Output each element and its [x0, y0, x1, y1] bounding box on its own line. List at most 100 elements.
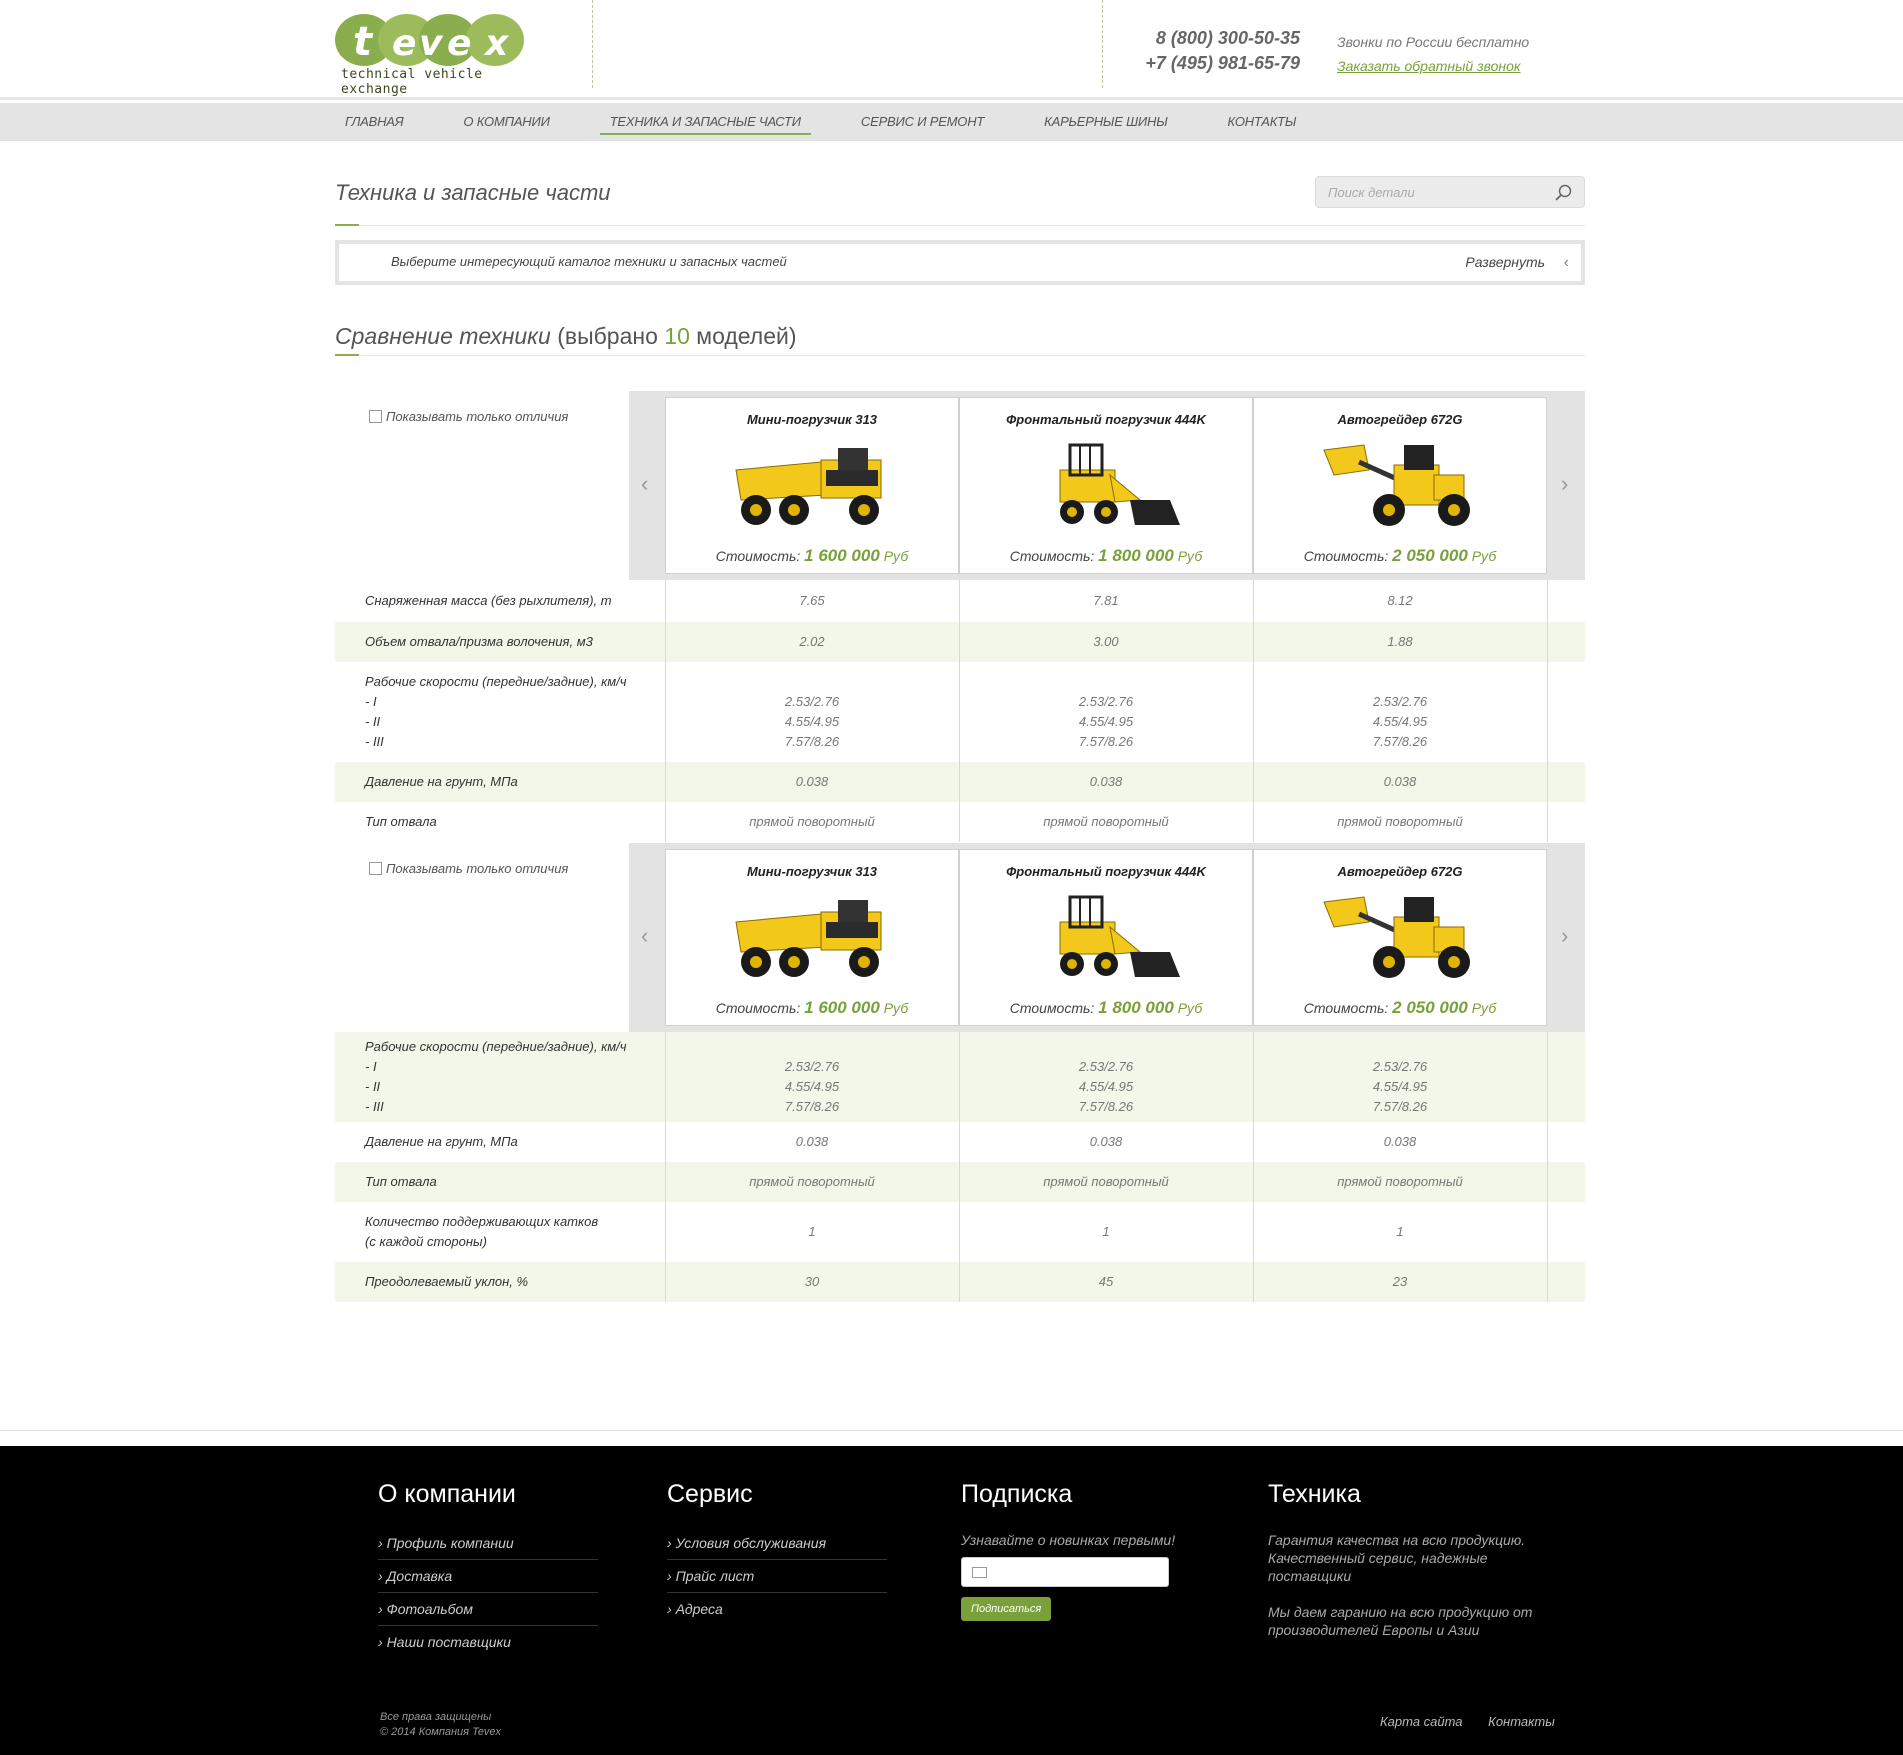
footer-heading: Подписка	[961, 1480, 1073, 1508]
spec-pad	[1546, 1202, 1585, 1262]
footer-divider	[0, 1430, 1903, 1431]
product-name[interactable]: Фронтальный погрузчик 444K	[960, 412, 1252, 427]
spec-value: 0.038	[664, 1122, 959, 1162]
phone-2[interactable]: +7 (495) 981-65-79	[1090, 51, 1300, 76]
footer-link[interactable]: › Профиль компании	[378, 1527, 598, 1560]
spec-label: Рабочие скорости (передние/задние), км/ч…	[335, 1032, 665, 1122]
wheel-loader-icon	[1323, 896, 1470, 978]
subscribe-button[interactable]: Подписаться	[961, 1597, 1052, 1621]
comparison-block: Показывать только отличия ‹ › Мини-погру…	[335, 843, 1585, 1302]
spec-pad	[1546, 1262, 1585, 1302]
footer-col-service: Сервис › Условия обслуживания › Прайс ли…	[667, 1480, 887, 1625]
callback-link[interactable]: Заказать обратный звонок	[1337, 58, 1521, 74]
footer-link[interactable]: › Прайс лист	[667, 1560, 887, 1593]
spec-value: 1	[664, 1202, 959, 1262]
footer-link[interactable]: › Адреса	[667, 1593, 887, 1625]
product-name[interactable]: Автогрейдер 672G	[1254, 412, 1546, 427]
svg-text:x: x	[483, 23, 510, 64]
divider-accent	[335, 354, 359, 356]
search-icon[interactable]	[1554, 183, 1574, 203]
checkbox[interactable]	[369, 862, 382, 875]
logo-tagline: technical vehicle exchange	[341, 67, 483, 97]
product-price: Стоимость: 2 050 000 Руб	[1303, 546, 1497, 565]
checkbox[interactable]	[369, 410, 382, 423]
nav-item-home[interactable]: Главная	[335, 103, 413, 139]
spec-row: Количество поддерживающих катков (с каждо…	[335, 1202, 1585, 1262]
footer-heading: Сервис	[667, 1480, 753, 1508]
footer-link[interactable]: › Наши поставщики	[378, 1626, 598, 1658]
spec-value: прямой поворотный	[1252, 802, 1547, 842]
nav-item-equipment[interactable]: Техника и запасные части	[599, 103, 811, 135]
spec-row: Снаряженная масса (без рыхлителя), т 7.65…	[335, 580, 1585, 622]
spec-label: Рабочие скорости (передние/задние), км/ч…	[365, 674, 627, 749]
spec-label: Снаряженная масса (без рыхлителя), т	[365, 593, 612, 608]
main-nav: Главная О компании Техника и запасные ча…	[0, 103, 1903, 141]
footer-link[interactable]: › Условия обслуживания	[667, 1527, 887, 1560]
spec-value: 1.88	[1252, 622, 1547, 662]
spec-value: 0.038	[958, 1122, 1253, 1162]
nav-item-contacts[interactable]: Контакты	[1218, 103, 1307, 139]
contacts-link[interactable]: Контакты	[1488, 1714, 1555, 1729]
spec-label: Преодолеваемый уклон, %	[335, 1262, 665, 1302]
spec-value: 7.81	[958, 580, 1253, 622]
product-card[interactable]: Фронтальный погрузчик 444K Стоимость: 1 …	[959, 849, 1253, 1026]
sitemap-link[interactable]: Карта сайта	[1380, 1714, 1463, 1729]
email-field[interactable]	[961, 1557, 1169, 1587]
chevron-left-icon[interactable]: ‹	[641, 923, 648, 949]
search-placeholder: Поиск детали	[1328, 185, 1415, 200]
product-name[interactable]: Автогрейдер 672G	[1254, 864, 1546, 879]
nav-item-tires[interactable]: Карьерные шины	[1034, 103, 1177, 139]
product-card[interactable]: Мини-погрузчик 313 Стоимость: 1 600 000 …	[665, 397, 959, 574]
wheel-loader-icon	[1323, 444, 1470, 526]
phone-block: 8 (800) 300-50-35 +7 (495) 981-65-79	[1090, 26, 1300, 76]
product-card[interactable]: Автогрейдер 672G Стоимость: 2 050 000 Ру…	[1253, 397, 1547, 574]
product-card[interactable]: Мини-погрузчик 313 Стоимость: 1 600 000 …	[665, 849, 959, 1026]
spec-label: Количество поддерживающих катков (с каждо…	[365, 1214, 599, 1249]
chevron-left-icon[interactable]: ‹	[1564, 254, 1569, 272]
nav-item-service[interactable]: Сервис и ремонт	[851, 103, 994, 139]
search-input[interactable]: Поиск детали	[1315, 176, 1585, 208]
spec-value: 8.12	[1252, 580, 1547, 622]
spec-value: прямой поворотный	[958, 1162, 1253, 1202]
logo[interactable]: t e v e x technical vehicle exchange	[335, 13, 535, 97]
spec-value: 2.02	[664, 622, 959, 662]
product-card[interactable]: Автогрейдер 672G Стоимость: 2 050 000 Ру…	[1253, 849, 1547, 1026]
product-name[interactable]: Фронтальный погрузчик 444K	[960, 864, 1252, 879]
spec-value: 1	[958, 1202, 1253, 1262]
spec-value: 7.65	[664, 580, 959, 622]
footer-link[interactable]: › Доставка	[378, 1560, 598, 1593]
divider	[335, 355, 1585, 356]
dump-truck-icon	[735, 448, 882, 525]
spec-table: Рабочие скорости (передние/задние), км/ч…	[335, 1032, 1585, 1302]
product-name[interactable]: Мини-погрузчик 313	[666, 864, 958, 879]
product-price: Стоимость: 1 800 000 Руб	[1009, 546, 1203, 565]
product-name[interactable]: Мини-погрузчик 313	[666, 412, 958, 427]
spec-value: 3.00	[958, 622, 1253, 662]
expand-button[interactable]: Развернуть	[1465, 254, 1545, 270]
footer-link[interactable]: › Фотоальбом	[378, 1593, 598, 1626]
spec-label: Тип отвала	[365, 814, 437, 829]
chevron-left-icon[interactable]: ‹	[641, 471, 648, 497]
catalog-selector[interactable]: Выберите интересующий каталог техники и …	[335, 240, 1585, 285]
chevron-right-icon[interactable]: ›	[1561, 471, 1568, 497]
only-differences-checkbox[interactable]: Показывать только отличия	[369, 861, 568, 876]
phone-1[interactable]: 8 (800) 300-50-35	[1090, 26, 1300, 51]
only-differences-checkbox[interactable]: Показывать только отличия	[369, 409, 568, 424]
comparison-block: Показывать только отличия ‹ › Мини-погру…	[335, 391, 1585, 842]
spec-value: 45	[958, 1262, 1253, 1302]
product-price: Стоимость: 1 600 000 Руб	[715, 998, 909, 1017]
spec-value: 0.038	[664, 762, 959, 802]
spec-value: прямой поворотный	[664, 802, 959, 842]
header-divider	[592, 0, 593, 88]
spec-row: Рабочие скорости (передние/задние), км/ч…	[335, 1032, 1585, 1122]
product-card[interactable]: Фронтальный погрузчик 444K Стоимость: 1 …	[959, 397, 1253, 574]
skid-steer-icon	[1059, 895, 1180, 977]
footer-text: Гарантия качества на всю продукцию. Каче…	[1268, 1532, 1526, 1584]
site-footer: О компании › Профиль компании › Доставка…	[0, 1446, 1903, 1755]
spec-row: Объем отвала/призма волочения, м3 2.02 3.0…	[335, 622, 1585, 662]
chevron-right-icon[interactable]: ›	[1561, 923, 1568, 949]
footer-text: Мы даем гаранию на всю продукцию от прои…	[1268, 1604, 1533, 1638]
spec-label: Давление на грунт, МПа	[365, 1134, 518, 1149]
nav-item-about[interactable]: О компании	[453, 103, 559, 139]
footer-col-subscribe: Подписка Узнавайте о новинках первыми! П…	[961, 1480, 1251, 1621]
